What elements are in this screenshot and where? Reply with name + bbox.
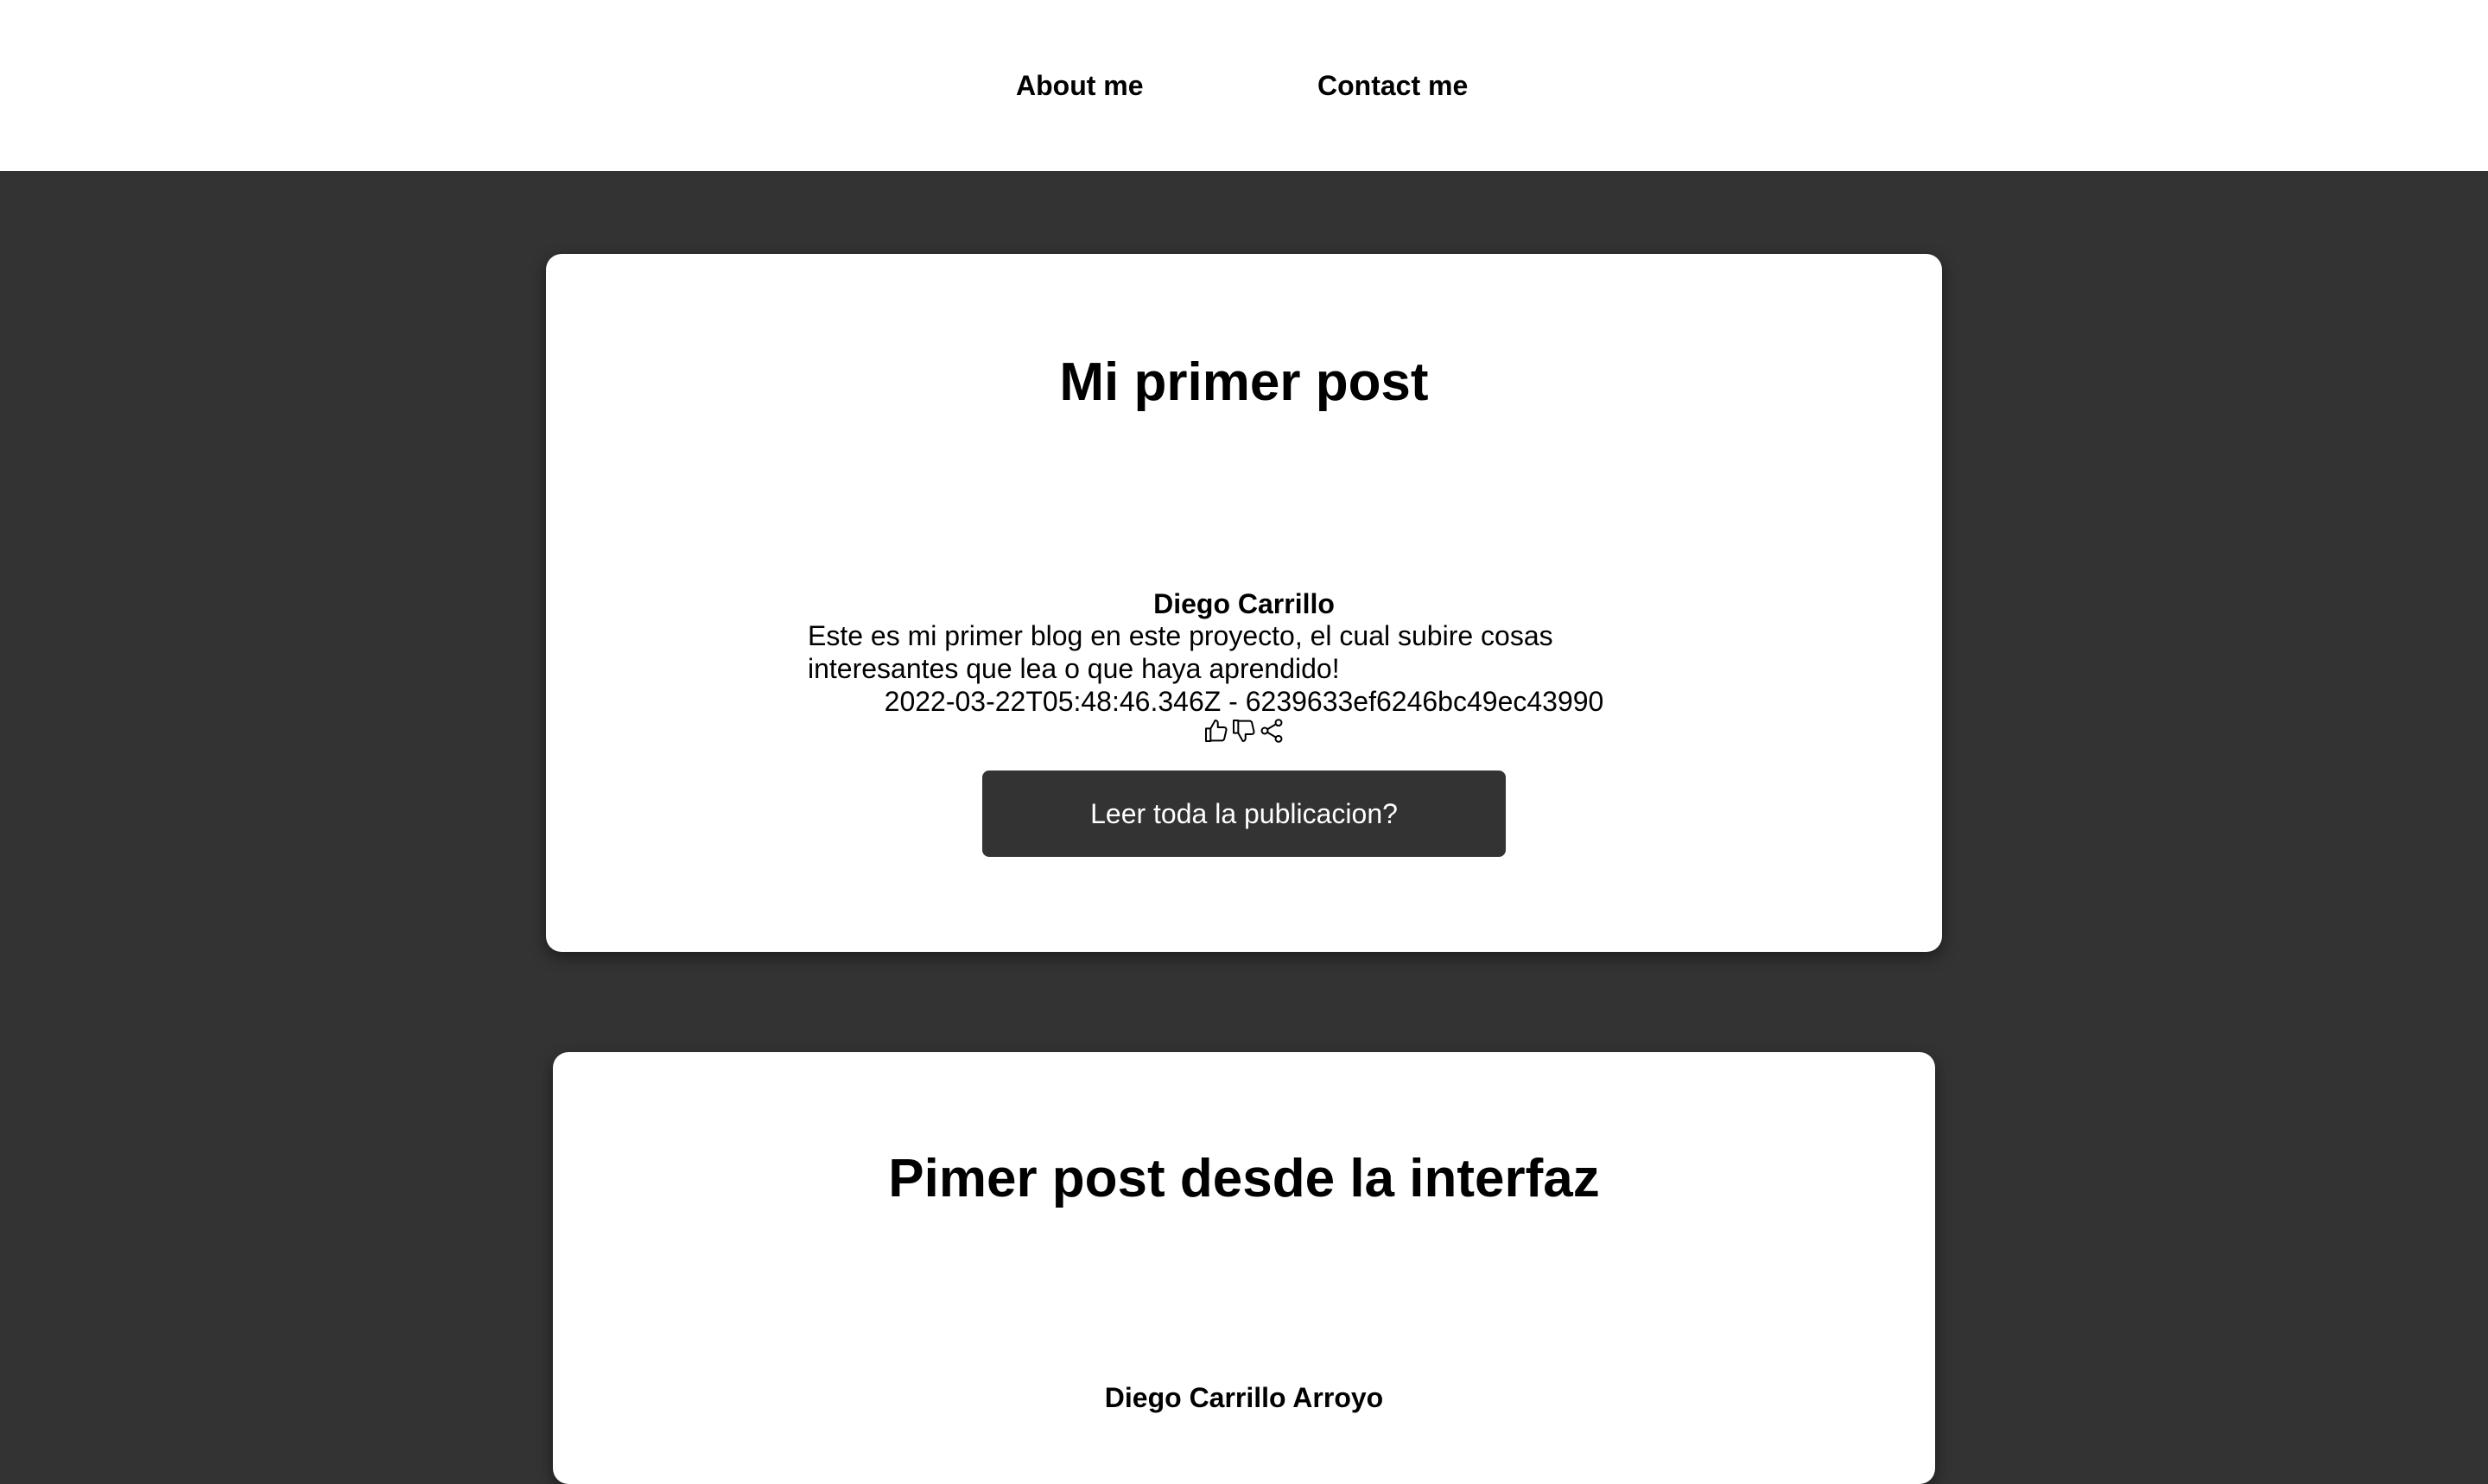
post-actions <box>546 717 1942 748</box>
nav-link-about[interactable]: About me <box>1016 66 1144 105</box>
thumbs-up-icon[interactable] <box>1203 717 1230 745</box>
thumbs-down-icon[interactable] <box>1230 717 1258 745</box>
post-author: Diego Carrillo <box>1153 588 1335 619</box>
read-more-button[interactable]: Leer toda la publicacion? <box>982 771 1506 857</box>
top-navigation: About me Contact me <box>0 0 2488 171</box>
post-card: Pimer post desde la interfaz Diego Carri… <box>553 1052 1935 1484</box>
post-excerpt: Este es mi primer blog en este proyecto,… <box>808 620 1553 684</box>
post-meta: 2022-03-22T05:48:46.346Z - 6239633ef6246… <box>546 685 1942 718</box>
post-author: Diego Carrillo Arroyo <box>1104 1382 1384 1413</box>
post-title: Pimer post desde la interfaz <box>888 1149 1600 1208</box>
nav-link-contact[interactable]: Contact me <box>1317 66 1468 105</box>
share-icon[interactable] <box>1258 717 1285 745</box>
post-title: Mi primer post <box>1059 352 1429 412</box>
post-card: Mi primer post Diego Carrillo Este es mi… <box>546 254 1942 952</box>
post-timestamp-id: 2022-03-22T05:48:46.346Z - 6239633ef6246… <box>884 686 1604 717</box>
